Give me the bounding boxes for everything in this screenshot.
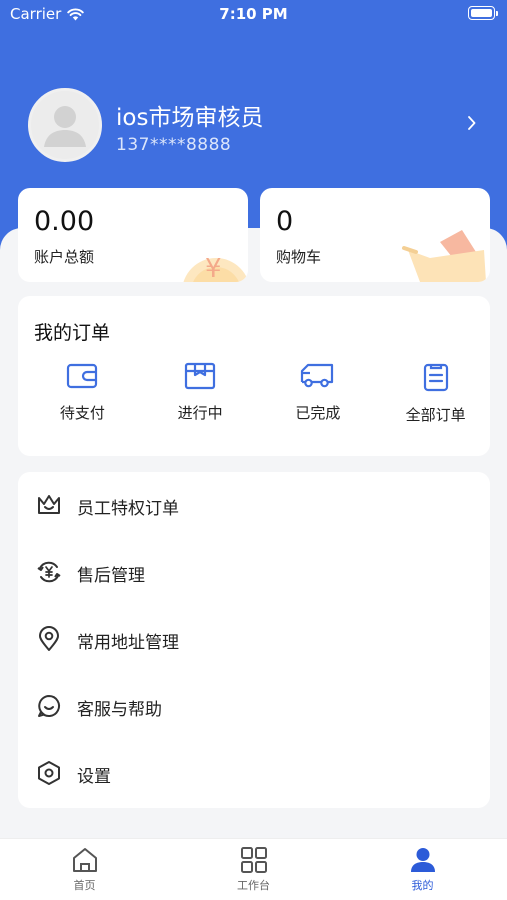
balance-value: 0.00 <box>34 206 95 237</box>
menu-item-settings[interactable]: 设置 <box>18 740 490 807</box>
tab-mine[interactable]: 我的 <box>338 839 507 900</box>
person-icon <box>410 848 435 872</box>
menu-list: 员工特权订单 售后管理 常用地址管理 客服与帮助 设置 <box>18 472 490 808</box>
grid-icon <box>240 847 267 873</box>
status-bar: Carrier 7:10 PM <box>0 0 507 28</box>
wallet-icon <box>67 363 98 389</box>
tab-home[interactable]: 首页 <box>0 839 169 900</box>
yen-refresh-icon <box>37 561 61 583</box>
truck-icon <box>300 363 333 388</box>
menu-item-employee-orders[interactable]: 员工特权订单 <box>18 472 490 539</box>
menu-item-after-sales[interactable]: 售后管理 <box>18 539 490 606</box>
balance-card[interactable]: 0.00 账户总额 ¥ <box>18 188 248 282</box>
order-completed[interactable]: 已完成 <box>264 362 373 425</box>
status-time: 7:10 PM <box>219 5 288 23</box>
tab-label: 工作台 <box>237 879 270 892</box>
tab-label: 首页 <box>73 879 96 892</box>
user-phone: 137****8888 <box>116 135 232 155</box>
chevron-right-icon[interactable] <box>467 116 476 130</box>
tab-bar: 首页 工作台 我的 <box>0 838 507 900</box>
package-icon <box>185 362 216 390</box>
cart-label: 购物车 <box>276 248 322 266</box>
home-icon <box>72 848 97 872</box>
order-all[interactable]: 全部订单 <box>381 362 490 425</box>
order-item-label: 待支付 <box>59 404 105 422</box>
tab-label: 我的 <box>411 879 434 892</box>
shopping-cart-decoration-icon <box>402 230 486 282</box>
profile-header[interactable]: ios市场审核员 137****8888 <box>28 88 488 164</box>
hexagon-settings-icon <box>38 761 60 785</box>
battery-icon <box>468 6 498 20</box>
default-avatar-icon <box>44 106 86 147</box>
user-name: ios市场审核员 <box>116 105 264 131</box>
menu-item-label: 售后管理 <box>77 566 145 586</box>
balance-label: 账户总额 <box>34 248 95 266</box>
tab-workbench[interactable]: 工作台 <box>169 839 338 900</box>
cart-value: 0 <box>276 206 294 237</box>
chat-smile-icon <box>38 695 60 717</box>
menu-item-label: 设置 <box>77 767 111 787</box>
my-orders-section: 我的订单 待支付 进行中 已完成 全部订单 <box>18 296 490 456</box>
svg-text:¥: ¥ <box>205 254 222 282</box>
menu-item-address[interactable]: 常用地址管理 <box>18 606 490 673</box>
orders-title: 我的订单 <box>34 322 111 344</box>
cart-card[interactable]: 0 购物车 <box>260 188 490 282</box>
order-pending-payment[interactable]: 待支付 <box>28 362 137 425</box>
clipboard-icon <box>423 363 448 392</box>
menu-item-label: 常用地址管理 <box>77 633 179 653</box>
location-pin-icon <box>39 626 59 651</box>
menu-item-support[interactable]: 客服与帮助 <box>18 673 490 740</box>
order-in-progress[interactable]: 进行中 <box>146 362 255 425</box>
order-item-label: 已完成 <box>295 404 341 422</box>
order-item-label: 全部订单 <box>405 406 466 424</box>
order-item-label: 进行中 <box>177 404 223 422</box>
crown-icon <box>38 495 60 514</box>
menu-item-label: 客服与帮助 <box>77 700 162 720</box>
avatar[interactable] <box>28 88 102 162</box>
coin-decoration-icon: ¥ <box>183 254 248 282</box>
menu-item-label: 员工特权订单 <box>77 499 179 519</box>
